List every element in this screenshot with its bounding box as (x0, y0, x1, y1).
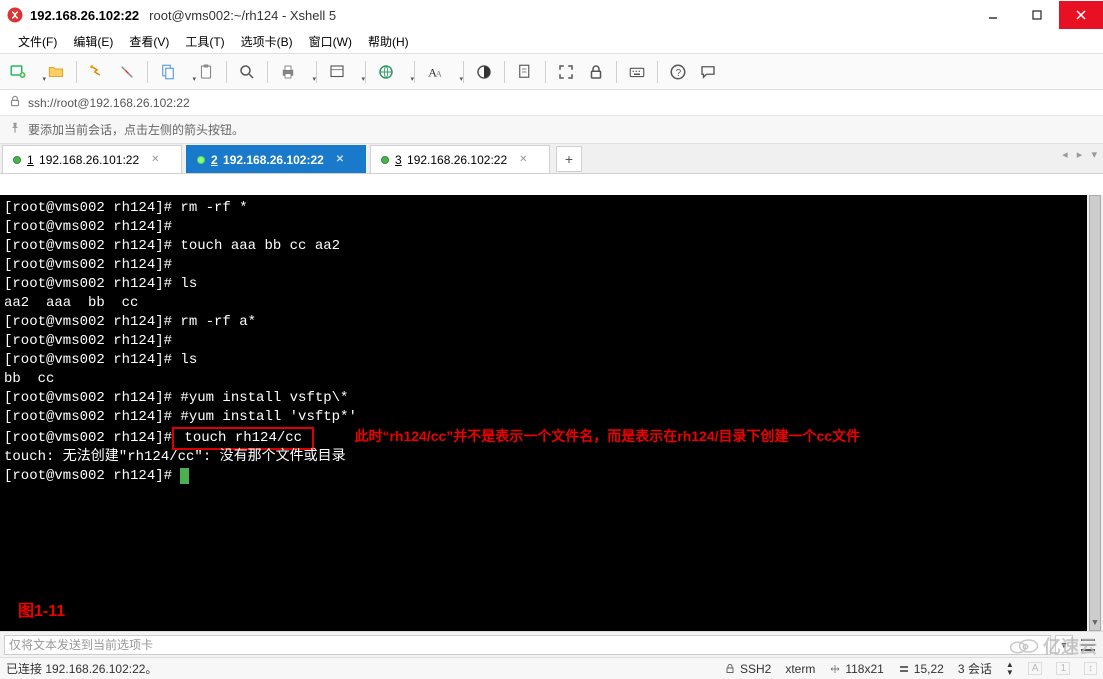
help-button[interactable]: ? (664, 58, 692, 86)
logging-button[interactable] (511, 58, 539, 86)
terminal-scrollbar[interactable]: ▲ ▼ (1087, 195, 1103, 631)
session-tab-3[interactable]: 3 192.168.26.102:22 ✕ (370, 145, 550, 173)
terminal-line: [root@vms002 rh124]# (4, 218, 1099, 237)
terminal[interactable]: [root@vms002 rh124]# rm -rf * [root@vms0… (0, 195, 1103, 631)
svg-text:A: A (436, 69, 442, 78)
status-term-type: xterm (785, 662, 815, 676)
window-title: 192.168.26.102:22 (30, 8, 139, 23)
title-bar: 192.168.26.102:22 root@vms002:~/rh124 - … (0, 0, 1103, 30)
status-cursor-pos: 15,22 (898, 662, 944, 676)
cursor-icon (180, 468, 189, 484)
status-connected: 已连接 192.168.26.102:22。 (6, 660, 157, 677)
terminal-line-highlighted: [root@vms002 rh124]# touch rh124/cc 此时“r… (4, 427, 1099, 448)
terminal-line: touch: 无法创建"rh124/cc": 没有那个文件或目录 (4, 448, 1099, 467)
hint-bar: 要添加当前会话，点击左侧的箭头按钮。 (0, 116, 1103, 144)
terminal-line: [root@vms002 rh124]# #yum install vsftp\… (4, 389, 1099, 408)
lock-icon (8, 94, 22, 111)
font-button[interactable]: AA▾ (421, 58, 457, 86)
status-scroll: ↕ (1084, 662, 1097, 675)
menu-tabs[interactable]: 选项卡(B) (233, 30, 301, 53)
lock-button[interactable] (582, 58, 610, 86)
menu-bar: 文件(F) 编辑(E) 查看(V) 工具(T) 选项卡(B) 窗口(W) 帮助(… (0, 30, 1103, 54)
close-button[interactable] (1059, 1, 1103, 29)
session-tab-2[interactable]: 2 192.168.26.102:22 ✕ (186, 145, 366, 173)
terminal-line: aa2 aaa bb cc (4, 294, 1099, 313)
maximize-button[interactable] (1015, 1, 1059, 29)
compose-placeholder: 仅将文本发送到当前选项卡 (9, 636, 153, 653)
svg-text:?: ? (676, 67, 682, 78)
scrollbar-thumb[interactable] (1089, 195, 1101, 631)
copy-button[interactable]: ▾ (154, 58, 190, 86)
status-sessions: 3 会话 (958, 660, 992, 677)
status-dot-icon (197, 156, 205, 164)
terminal-line: [root@vms002 rh124]# rm -rf a* (4, 313, 1099, 332)
pin-icon[interactable] (8, 121, 22, 138)
status-num: 1 (1056, 662, 1070, 675)
terminal-line: [root@vms002 rh124]# (4, 332, 1099, 351)
encoding-button[interactable]: ▾ (372, 58, 408, 86)
print-button[interactable]: ▾ (274, 58, 310, 86)
status-caps: A (1028, 662, 1043, 675)
terminal-line: bb cc (4, 370, 1099, 389)
address-url[interactable]: ssh://root@192.168.26.102:22 (28, 96, 1095, 110)
terminal-line: [root@vms002 rh124]# #yum install 'vsftp… (4, 408, 1099, 427)
scroll-down-icon[interactable]: ▼ (1087, 615, 1103, 631)
status-dot-icon (381, 156, 389, 164)
reconnect-button[interactable] (83, 58, 111, 86)
status-protocol: SSH2 (724, 662, 771, 676)
tab-label: 192.168.26.102:22 (407, 153, 507, 167)
status-dot-icon (13, 156, 21, 164)
disconnect-button[interactable] (113, 58, 141, 86)
menu-view[interactable]: 查看(V) (121, 30, 177, 53)
minimize-button[interactable] (971, 1, 1015, 29)
tab-label: 192.168.26.102:22 (223, 153, 324, 167)
window-subtitle: root@vms002:~/rh124 - Xshell 5 (149, 8, 336, 23)
tab-close-icon[interactable]: ✕ (336, 154, 344, 165)
terminal-line: [root@vms002 rh124]# rm -rf * (4, 199, 1099, 218)
status-size: 118x21 (829, 662, 883, 676)
terminal-line: [root@vms002 rh124]# ls (4, 275, 1099, 294)
new-session-button[interactable]: ▾ (4, 58, 40, 86)
terminal-line: [root@vms002 rh124]# ls (4, 351, 1099, 370)
tab-strip: 1 192.168.26.101:22 ✕ 2 192.168.26.102:2… (0, 144, 1103, 174)
terminal-prompt: [root@vms002 rh124]# (4, 467, 1099, 486)
address-bar: ssh://root@192.168.26.102:22 (0, 90, 1103, 116)
properties-button[interactable]: ▾ (323, 58, 359, 86)
session-tab-1[interactable]: 1 192.168.26.101:22 ✕ (2, 145, 182, 173)
highlighted-command: touch rh124/cc (172, 427, 314, 450)
tab-scroll-arrows[interactable]: ◂ ▸ ▾ (1062, 148, 1097, 161)
search-button[interactable] (233, 58, 261, 86)
figure-label: 图1-11 (18, 602, 65, 621)
color-scheme-button[interactable] (470, 58, 498, 86)
menu-window[interactable]: 窗口(W) (301, 30, 360, 53)
paste-button[interactable] (192, 58, 220, 86)
menu-edit[interactable]: 编辑(E) (65, 30, 121, 53)
add-tab-button[interactable]: + (556, 146, 582, 172)
toolbar: ▾ ▾ ▾ ▾ ▾ AA▾ ? (0, 54, 1103, 90)
open-button[interactable] (42, 58, 70, 86)
window-controls (971, 1, 1103, 29)
fullscreen-button[interactable] (552, 58, 580, 86)
compose-bar: 仅将文本发送到当前选项卡 ▼ (0, 631, 1103, 657)
app-icon (6, 6, 24, 24)
hint-text: 要添加当前会话，点击左侧的箭头按钮。 (28, 121, 244, 138)
terminal-line: [root@vms002 rh124]# touch aaa bb cc aa2 (4, 237, 1099, 256)
keyboard-button[interactable] (623, 58, 651, 86)
terminal-line: [root@vms002 rh124]# (4, 256, 1099, 275)
forum-button[interactable] (694, 58, 722, 86)
status-bar: 已连接 192.168.26.102:22。 SSH2 xterm 118x21… (0, 657, 1103, 679)
compose-menu-button[interactable] (1077, 635, 1099, 655)
compose-input[interactable]: 仅将文本发送到当前选项卡 (4, 635, 1051, 655)
tab-close-icon[interactable]: ✕ (151, 154, 159, 165)
menu-help[interactable]: 帮助(H) (360, 30, 417, 53)
menu-tools[interactable]: 工具(T) (177, 30, 232, 53)
tab-label: 192.168.26.101:22 (39, 153, 139, 167)
annotation-text: 此时“rh124/cc”并不是表示一个文件名，而是表示在rh124/目录下创建一… (354, 428, 860, 444)
tab-close-icon[interactable]: ✕ (519, 154, 527, 165)
compose-target-dropdown[interactable]: ▼ (1055, 635, 1073, 655)
status-sessions-updown[interactable]: ▲▼ (1006, 661, 1014, 677)
menu-file[interactable]: 文件(F) (10, 30, 65, 53)
